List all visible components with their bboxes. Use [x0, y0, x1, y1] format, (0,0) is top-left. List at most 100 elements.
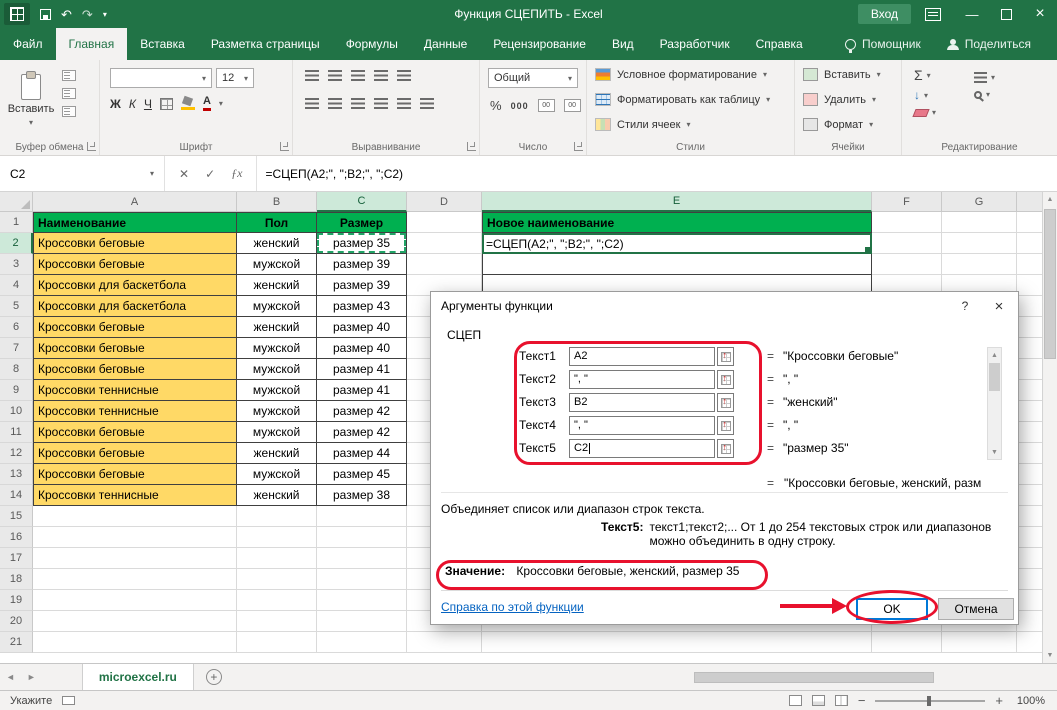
column-header-D[interactable]: D — [407, 192, 482, 212]
horizontal-scrollbar-thumb[interactable] — [694, 672, 934, 683]
ribbon-tab-9[interactable]: Справка — [743, 28, 816, 60]
cell-C13[interactable]: размер 45 — [317, 464, 407, 485]
row-header-16[interactable]: 16 — [0, 527, 33, 548]
ribbon-tab-6[interactable]: Рецензирование — [480, 28, 599, 60]
number-dialog-launcher-icon[interactable] — [574, 142, 583, 151]
cell-A13[interactable]: Кроссовки беговые — [33, 464, 237, 485]
cell-A6[interactable]: Кроссовки беговые — [33, 317, 237, 338]
assistant-button[interactable]: Помощник — [845, 37, 921, 51]
cell-B19[interactable] — [237, 590, 317, 611]
vertical-scrollbar[interactable]: ▲ ▼ — [1042, 192, 1057, 663]
cell-A18[interactable] — [33, 569, 237, 590]
row-header-18[interactable]: 18 — [0, 569, 33, 590]
cell-B13[interactable]: мужской — [237, 464, 317, 485]
cell-D21[interactable] — [407, 632, 482, 653]
cell-C6[interactable]: размер 40 — [317, 317, 407, 338]
undo-icon[interactable]: ↶ — [61, 8, 72, 21]
cells-button-1[interactable]: Удалить▾ — [795, 87, 901, 112]
cells-button-2[interactable]: Формат▾ — [795, 112, 901, 137]
row-header-8[interactable]: 8 — [0, 359, 33, 380]
increase-indent-icon[interactable] — [397, 98, 411, 109]
cell-B1[interactable]: Пол — [237, 212, 317, 233]
cell-A11[interactable]: Кроссовки беговые — [33, 422, 237, 443]
row-header-6[interactable]: 6 — [0, 317, 33, 338]
column-header-A[interactable]: A — [33, 192, 237, 212]
cell-A20[interactable] — [33, 611, 237, 632]
cell-B12[interactable]: женский — [237, 443, 317, 464]
cell-C14[interactable]: размер 38 — [317, 485, 407, 506]
underline-button[interactable]: Ч — [144, 97, 152, 111]
zoom-in-icon[interactable]: + — [995, 694, 1003, 707]
cell-A8[interactable]: Кроссовки беговые — [33, 359, 237, 380]
italic-button[interactable]: К — [129, 97, 136, 111]
sign-in-button[interactable]: Вход — [858, 4, 911, 24]
row-header-19[interactable]: 19 — [0, 590, 33, 611]
alignment-dialog-launcher-icon[interactable] — [467, 142, 476, 151]
cell-F1[interactable] — [872, 212, 942, 233]
cell-B18[interactable] — [237, 569, 317, 590]
scroll-down-icon[interactable]: ▼ — [1043, 648, 1057, 663]
cell-A19[interactable] — [33, 590, 237, 611]
align-center-icon[interactable] — [328, 98, 342, 109]
align-left-icon[interactable] — [305, 98, 319, 109]
decrease-decimal-icon[interactable]: 00 — [564, 99, 581, 112]
vertical-scrollbar-thumb[interactable] — [1044, 209, 1056, 359]
cell-B6[interactable]: женский — [237, 317, 317, 338]
cell-C10[interactable]: размер 42 — [317, 401, 407, 422]
cell-A5[interactable]: Кроссовки для баскетбола — [33, 296, 237, 317]
cancel-entry-icon[interactable]: ✕ — [179, 167, 189, 181]
row-header-2[interactable]: 2 — [0, 233, 33, 254]
styles-button-1[interactable]: Форматировать как таблицу▾ — [587, 87, 794, 112]
cell-C17[interactable] — [317, 548, 407, 569]
decrease-indent-icon[interactable] — [374, 98, 388, 109]
ok-button[interactable]: OK — [856, 598, 928, 620]
cell-B5[interactable]: мужской — [237, 296, 317, 317]
sheet-scroll-left-icon[interactable]: ◄ — [0, 672, 21, 682]
cells-button-0[interactable]: Вставить▾ — [795, 62, 901, 87]
ribbon-tab-7[interactable]: Вид — [599, 28, 647, 60]
find-select-button[interactable]: ▾ — [974, 90, 995, 99]
ribbon-tab-2[interactable]: Вставка — [127, 28, 198, 60]
cell-A14[interactable]: Кроссовки теннисные — [33, 485, 237, 506]
cell-C7[interactable]: размер 40 — [317, 338, 407, 359]
cell-F2[interactable] — [872, 233, 942, 254]
arg-input-2[interactable]: ", " — [569, 370, 715, 389]
borders-icon[interactable] — [160, 98, 173, 110]
column-header-F[interactable]: F — [872, 192, 942, 212]
row-header-12[interactable]: 12 — [0, 443, 33, 464]
close-button[interactable]: × — [1023, 0, 1057, 28]
cell-B10[interactable]: мужской — [237, 401, 317, 422]
cell-A9[interactable]: Кроссовки теннисные — [33, 380, 237, 401]
format-painter-icon[interactable] — [62, 106, 76, 117]
orientation-icon[interactable] — [374, 70, 388, 81]
cell-C20[interactable] — [317, 611, 407, 632]
cancel-button[interactable]: Отмена — [938, 598, 1014, 620]
styles-button-2[interactable]: Стили ячеек▾ — [587, 112, 794, 137]
cell-E2[interactable]: =СЦЕП(A2;", ";B2;", ";C2) — [482, 233, 872, 254]
ribbon-tab-8[interactable]: Разработчик — [647, 28, 743, 60]
font-dialog-launcher-icon[interactable] — [280, 142, 289, 151]
column-header-G[interactable]: G — [942, 192, 1017, 212]
ribbon-tab-4[interactable]: Формулы — [333, 28, 411, 60]
sheet-tab-active[interactable]: microexcel.ru — [82, 664, 194, 690]
collapse-dialog-button-4[interactable] — [717, 416, 734, 435]
row-header-3[interactable]: 3 — [0, 254, 33, 275]
row-header-7[interactable]: 7 — [0, 338, 33, 359]
share-button[interactable]: Поделиться — [947, 37, 1031, 51]
cell-A7[interactable]: Кроссовки беговые — [33, 338, 237, 359]
increase-decimal-icon[interactable]: 00 — [538, 99, 555, 112]
row-header-4[interactable]: 4 — [0, 275, 33, 296]
clipboard-dialog-launcher-icon[interactable] — [87, 142, 96, 151]
cell-B2[interactable]: женский — [237, 233, 317, 254]
function-help-link[interactable]: Справка по этой функции — [441, 600, 584, 614]
cell-F21[interactable] — [872, 632, 942, 653]
arg-input-4[interactable]: ", " — [569, 416, 715, 435]
cell-D2[interactable] — [407, 233, 482, 254]
fill-color-icon[interactable] — [181, 97, 195, 110]
column-header-E[interactable]: E — [482, 192, 872, 212]
zoom-out-icon[interactable]: − — [858, 694, 866, 707]
cell-E1[interactable]: Новое наименование — [482, 212, 872, 233]
row-header-14[interactable]: 14 — [0, 485, 33, 506]
dialog-scroll-up-icon[interactable]: ▲ — [988, 348, 1001, 362]
row-header-20[interactable]: 20 — [0, 611, 33, 632]
